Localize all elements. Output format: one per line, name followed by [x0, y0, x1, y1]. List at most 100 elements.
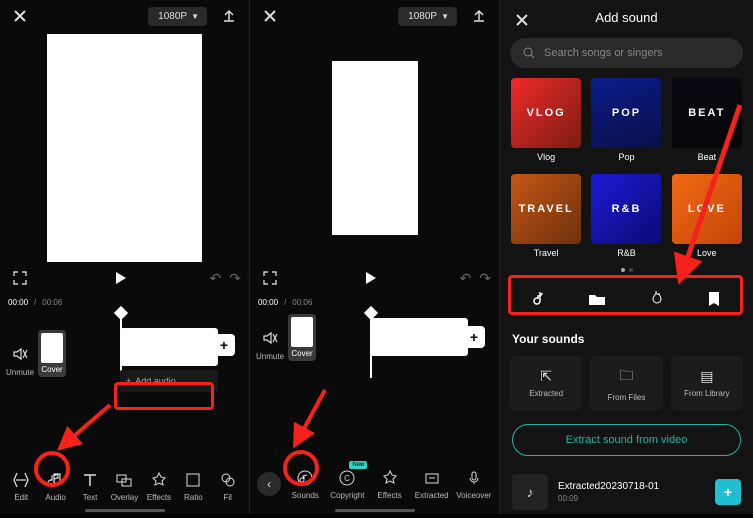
- tab-trending[interactable]: [644, 287, 668, 311]
- sound-name: Extracted20230718-01: [558, 481, 705, 492]
- extracted-tool[interactable]: Extracted: [414, 469, 450, 500]
- redo-icon[interactable]: ↷: [479, 270, 491, 287]
- effects-tool[interactable]: Effects: [142, 471, 176, 502]
- sound-item[interactable]: ♪ Extracted20230718-01 00:09 +: [500, 466, 753, 518]
- new-badge: New: [349, 461, 367, 469]
- category-card[interactable]: POPPop: [590, 78, 662, 162]
- category-thumb: LOVE: [672, 174, 742, 244]
- source-label: From Library: [684, 389, 729, 398]
- music-note-icon: ♪: [512, 474, 548, 510]
- annotation-arrow-mid: [280, 385, 340, 455]
- category-card[interactable]: TRAVELTravel: [510, 174, 582, 258]
- close-icon[interactable]: [8, 4, 32, 28]
- filters-tool[interactable]: Fil: [211, 471, 245, 502]
- cover-button[interactable]: Cover: [288, 314, 316, 361]
- category-card[interactable]: BEATBeat: [671, 78, 743, 162]
- export-icon[interactable]: [467, 4, 491, 28]
- category-card[interactable]: R&B R&B: [590, 174, 662, 258]
- fullscreen-icon[interactable]: [8, 266, 32, 290]
- fullscreen-icon[interactable]: [258, 266, 282, 290]
- text-label: Text: [83, 493, 98, 502]
- source-label: Extracted: [529, 389, 563, 398]
- home-indicator: [85, 509, 165, 512]
- add-audio-label: Add audio: [135, 376, 176, 386]
- source-label: From Files: [608, 393, 646, 402]
- export-icon[interactable]: [217, 4, 241, 28]
- edit-tool[interactable]: Edit: [4, 471, 38, 502]
- pager-dots: [500, 264, 753, 276]
- filters-label: Fil: [224, 493, 232, 502]
- cover-label: Cover: [41, 365, 62, 374]
- edit-label: Edit: [14, 493, 28, 502]
- resolution-select[interactable]: 1080P▼: [148, 7, 207, 26]
- add-clip-plus-button[interactable]: +: [463, 326, 485, 348]
- tab-tiktok[interactable]: [527, 287, 551, 311]
- back-button[interactable]: ‹: [257, 472, 281, 496]
- overlay-tool[interactable]: Overlay: [107, 471, 141, 502]
- files-icon: 🗀: [619, 365, 633, 389]
- source-extracted[interactable]: ⇱ Extracted: [510, 356, 582, 410]
- video-clip[interactable]: [120, 328, 218, 366]
- extract-icon: ⇱: [540, 368, 552, 385]
- ratio-tool[interactable]: Ratio: [176, 471, 210, 502]
- category-label: Love: [697, 248, 717, 258]
- panel-title: Add sound: [595, 10, 657, 25]
- play-icon[interactable]: [109, 266, 133, 290]
- sounds-label: Sounds: [292, 491, 319, 500]
- resolution-label: 1080P: [408, 11, 437, 22]
- video-clip[interactable]: [370, 318, 468, 356]
- resolution-select[interactable]: 1080P ▼: [398, 7, 457, 26]
- mute-icon[interactable]: [259, 327, 281, 349]
- voiceover-label: Voiceover: [456, 491, 491, 500]
- redo-icon[interactable]: ↷: [229, 270, 241, 287]
- category-label: R&B: [617, 248, 636, 258]
- text-tool[interactable]: Text: [73, 471, 107, 502]
- toolbar: Edit Audio Text Overlay Effects Ratio Fi…: [0, 458, 249, 514]
- source-from-library[interactable]: ▤From Library: [671, 356, 743, 410]
- source-from-files[interactable]: 🗀 From Files: [590, 356, 662, 410]
- category-thumb: TRAVEL: [511, 174, 581, 244]
- overlay-label: Overlay: [111, 493, 139, 502]
- svg-text:C: C: [345, 474, 351, 483]
- copyright-label: Copyright: [330, 491, 364, 500]
- close-icon[interactable]: [258, 4, 282, 28]
- category-thumb: R&B: [591, 174, 661, 244]
- video-canvas[interactable]: [332, 61, 418, 235]
- cover-label: Cover: [291, 349, 312, 358]
- video-canvas[interactable]: [47, 34, 202, 262]
- audio-label: Audio: [45, 493, 65, 502]
- plus-icon: +: [126, 376, 131, 386]
- extract-label: Extract sound from video: [566, 434, 688, 446]
- cover-button[interactable]: Cover: [38, 330, 66, 377]
- extract-sound-button[interactable]: Extract sound from video: [512, 424, 741, 456]
- time-current: 00:00: [8, 298, 28, 307]
- unmute-label: Unmute: [6, 368, 34, 377]
- audio-tool[interactable]: Audio: [38, 471, 72, 502]
- search-placeholder: Search songs or singers: [544, 47, 663, 59]
- add-clip-plus-button[interactable]: +: [213, 334, 235, 356]
- chevron-down-icon: ▼: [441, 12, 449, 21]
- category-card[interactable]: VLOGVlog: [510, 78, 582, 162]
- mute-icon[interactable]: [9, 343, 31, 365]
- time-total: 00:06: [42, 298, 62, 307]
- voiceover-tool[interactable]: Voiceover: [456, 469, 492, 500]
- category-thumb: VLOG: [511, 78, 581, 148]
- copyright-tool[interactable]: NewCCopyright: [329, 469, 365, 500]
- search-input[interactable]: Search songs or singers: [510, 38, 743, 68]
- tab-folder[interactable]: [585, 287, 609, 311]
- sound-duration: 00:09: [558, 494, 705, 503]
- add-audio-button[interactable]: + Add audio: [120, 370, 218, 392]
- undo-icon[interactable]: ↶: [210, 270, 222, 287]
- play-icon[interactable]: [359, 266, 383, 290]
- category-thumb: BEAT: [672, 78, 742, 148]
- sounds-tool[interactable]: Sounds: [287, 469, 323, 500]
- effects-label: Effects: [377, 491, 401, 500]
- add-sound-button[interactable]: +: [715, 479, 741, 505]
- category-card[interactable]: LOVE Love: [671, 174, 743, 258]
- tab-saved[interactable]: [702, 287, 726, 311]
- category-thumb: POP: [591, 78, 661, 148]
- extracted-label: Extracted: [415, 491, 449, 500]
- close-icon[interactable]: [510, 8, 534, 32]
- undo-icon[interactable]: ↶: [460, 270, 472, 287]
- sound-effects-tool[interactable]: Effects: [372, 469, 408, 500]
